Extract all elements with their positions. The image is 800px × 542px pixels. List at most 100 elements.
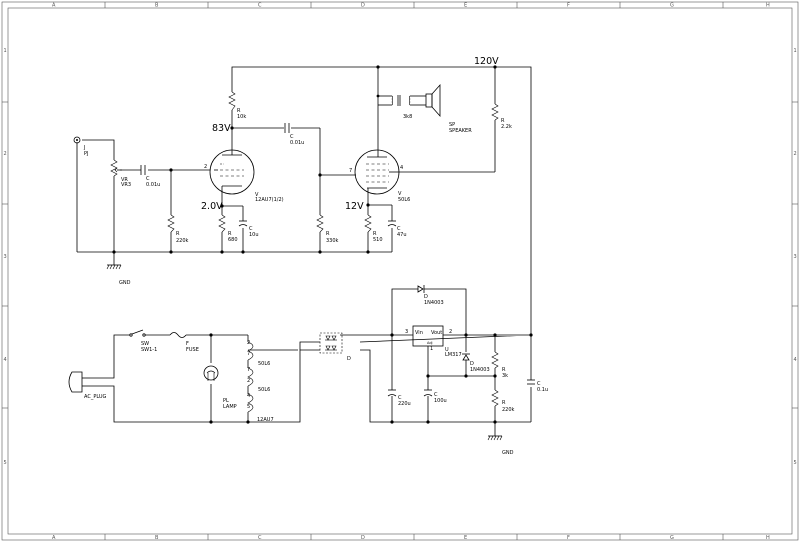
heater-pin: 2	[247, 378, 250, 384]
heater-pin: 5	[247, 404, 250, 410]
reg-value: LM317	[445, 352, 462, 358]
r-screen-value: 2.2k	[501, 124, 512, 130]
output-transformer: 3k8	[391, 95, 412, 120]
heater-label-1: 50L6	[258, 361, 270, 367]
schematic-sheet: A B C D E F G H A B C D E F G H 1 2 3 4 …	[1, 1, 799, 542]
coupling-capacitor: C 0.01u	[284, 123, 304, 146]
reg-pin-in: 3	[405, 329, 408, 335]
gnd-bot-label: GND	[502, 450, 514, 456]
jack-value: PJ	[84, 151, 89, 157]
v2-pin: 7	[349, 168, 352, 174]
xfmr-value: 3k8	[403, 114, 412, 120]
r-220k-ref: R	[502, 400, 506, 406]
speaker-value: SPEAKER	[449, 128, 472, 134]
heater-pin: 4	[247, 393, 250, 399]
col-label: C	[258, 3, 262, 9]
col-label: E	[464, 3, 467, 9]
tube-12au7: 2 V 12AU7(1/2)	[204, 148, 284, 203]
voltage-12v: 12V	[345, 201, 364, 212]
r-plate1-value: 10k	[237, 114, 246, 120]
row-label: 2	[4, 151, 7, 157]
bridge-ref: D	[347, 356, 351, 362]
heater-pin: 7	[247, 367, 250, 373]
reg-pin-adj: 1	[430, 346, 433, 352]
reg-pin-out: 2	[449, 329, 452, 335]
power-switch: SW SW1-1	[129, 329, 157, 353]
junction-dots	[112, 65, 497, 254]
c-k1-value: 10u	[249, 232, 259, 238]
col-label: C	[258, 535, 262, 541]
heater-pin: 2	[247, 340, 250, 346]
col-label: A	[52, 3, 56, 9]
col-label: G	[670, 3, 674, 9]
v1-value: 12AU7(1/2)	[255, 197, 284, 203]
row-label: 2	[794, 151, 797, 157]
c-in-value: 0.01u	[146, 182, 160, 188]
ground-symbol: GND	[106, 264, 131, 286]
v2-pin-screen: 4	[400, 165, 403, 171]
grid-labels: A B C D E F G H A B C D E F G H 1 2 3 4 …	[4, 3, 797, 542]
r-220k-value: 220k	[502, 407, 515, 413]
tube-50l6: 7 4 V 50L6	[349, 149, 410, 203]
col-label: G	[670, 535, 674, 541]
cathode-capacitor-10u: C 10u	[238, 220, 259, 238]
bridge-rectifier: D	[319, 332, 351, 362]
row-label: 5	[4, 460, 7, 466]
col-label: B	[155, 3, 159, 9]
heater-label-3: 12AU7	[257, 417, 274, 423]
r-grid-ref: R	[176, 231, 180, 237]
power-junction-dots	[209, 333, 533, 424]
power-rails	[340, 288, 532, 436]
col-label: H	[766, 535, 770, 541]
reg-adj: Adj	[427, 341, 433, 345]
r-grid-value: 220k	[176, 238, 189, 244]
r-3k-value: 3k	[502, 373, 508, 379]
filter-capacitor-100u: C 100u	[423, 389, 447, 404]
voltage-2v: 2.0V	[201, 201, 223, 212]
reg-vin: Vin	[415, 330, 423, 336]
filter-capacitor-220u: C 220u	[387, 389, 411, 407]
c-100-value: 100u	[434, 398, 447, 404]
sw-value: SW1-1	[141, 347, 157, 353]
protection-diode-top: D 1N4003	[417, 285, 444, 306]
input-capacitor: C 0.01u	[140, 165, 160, 188]
pilot-lamp-icon: PL LAMP	[203, 365, 237, 410]
cathode-capacitor-47u: C 47u	[387, 220, 407, 238]
row-label: 1	[794, 48, 797, 54]
row-label: 4	[794, 357, 797, 363]
r-k1-value: 680	[228, 237, 238, 243]
r-g2-ref: R	[326, 231, 330, 237]
ac-plug-label: AC_PLUG	[84, 394, 107, 400]
sheet-frame	[1, 1, 799, 541]
row-label: 3	[4, 254, 7, 260]
c-01-value: 0.1u	[537, 387, 548, 393]
heater-string: 2 7 50L6 7 2 50L6 4 5 12AU7	[247, 340, 274, 423]
col-label: D	[361, 3, 365, 9]
col-label: E	[464, 535, 467, 541]
speaker-icon: SP SPEAKER	[425, 83, 472, 134]
row-label: 4	[4, 357, 7, 363]
col-label: A	[52, 535, 56, 541]
lamp-value: LAMP	[223, 404, 237, 410]
row-label: 5	[794, 460, 797, 466]
fuse-icon: F FUSE	[169, 332, 199, 353]
v1-pin: 2	[204, 164, 207, 170]
reg-vout: Vout	[431, 330, 442, 336]
amplifier-wiring	[76, 66, 532, 335]
vr-value: VR3	[121, 182, 131, 188]
gnd-top-label: GND	[119, 280, 131, 286]
r-g2-value: 330k	[326, 238, 339, 244]
bypass-capacitor: C 0.1u	[527, 379, 548, 393]
col-label: H	[766, 3, 770, 9]
v2-value: 50L6	[398, 197, 410, 203]
ground-symbol: GND	[487, 435, 514, 456]
r-k2-value: 510	[373, 237, 383, 243]
heater-pin: 7	[247, 351, 250, 357]
heater-label-2: 50L6	[258, 387, 270, 393]
c-cpl-value: 0.01u	[290, 140, 304, 146]
row-label: 3	[794, 254, 797, 260]
voltage-83v: 83V	[212, 123, 231, 134]
col-label: F	[567, 535, 570, 541]
d-mid-value: 1N4003	[470, 367, 490, 373]
row-label: 1	[4, 48, 7, 54]
